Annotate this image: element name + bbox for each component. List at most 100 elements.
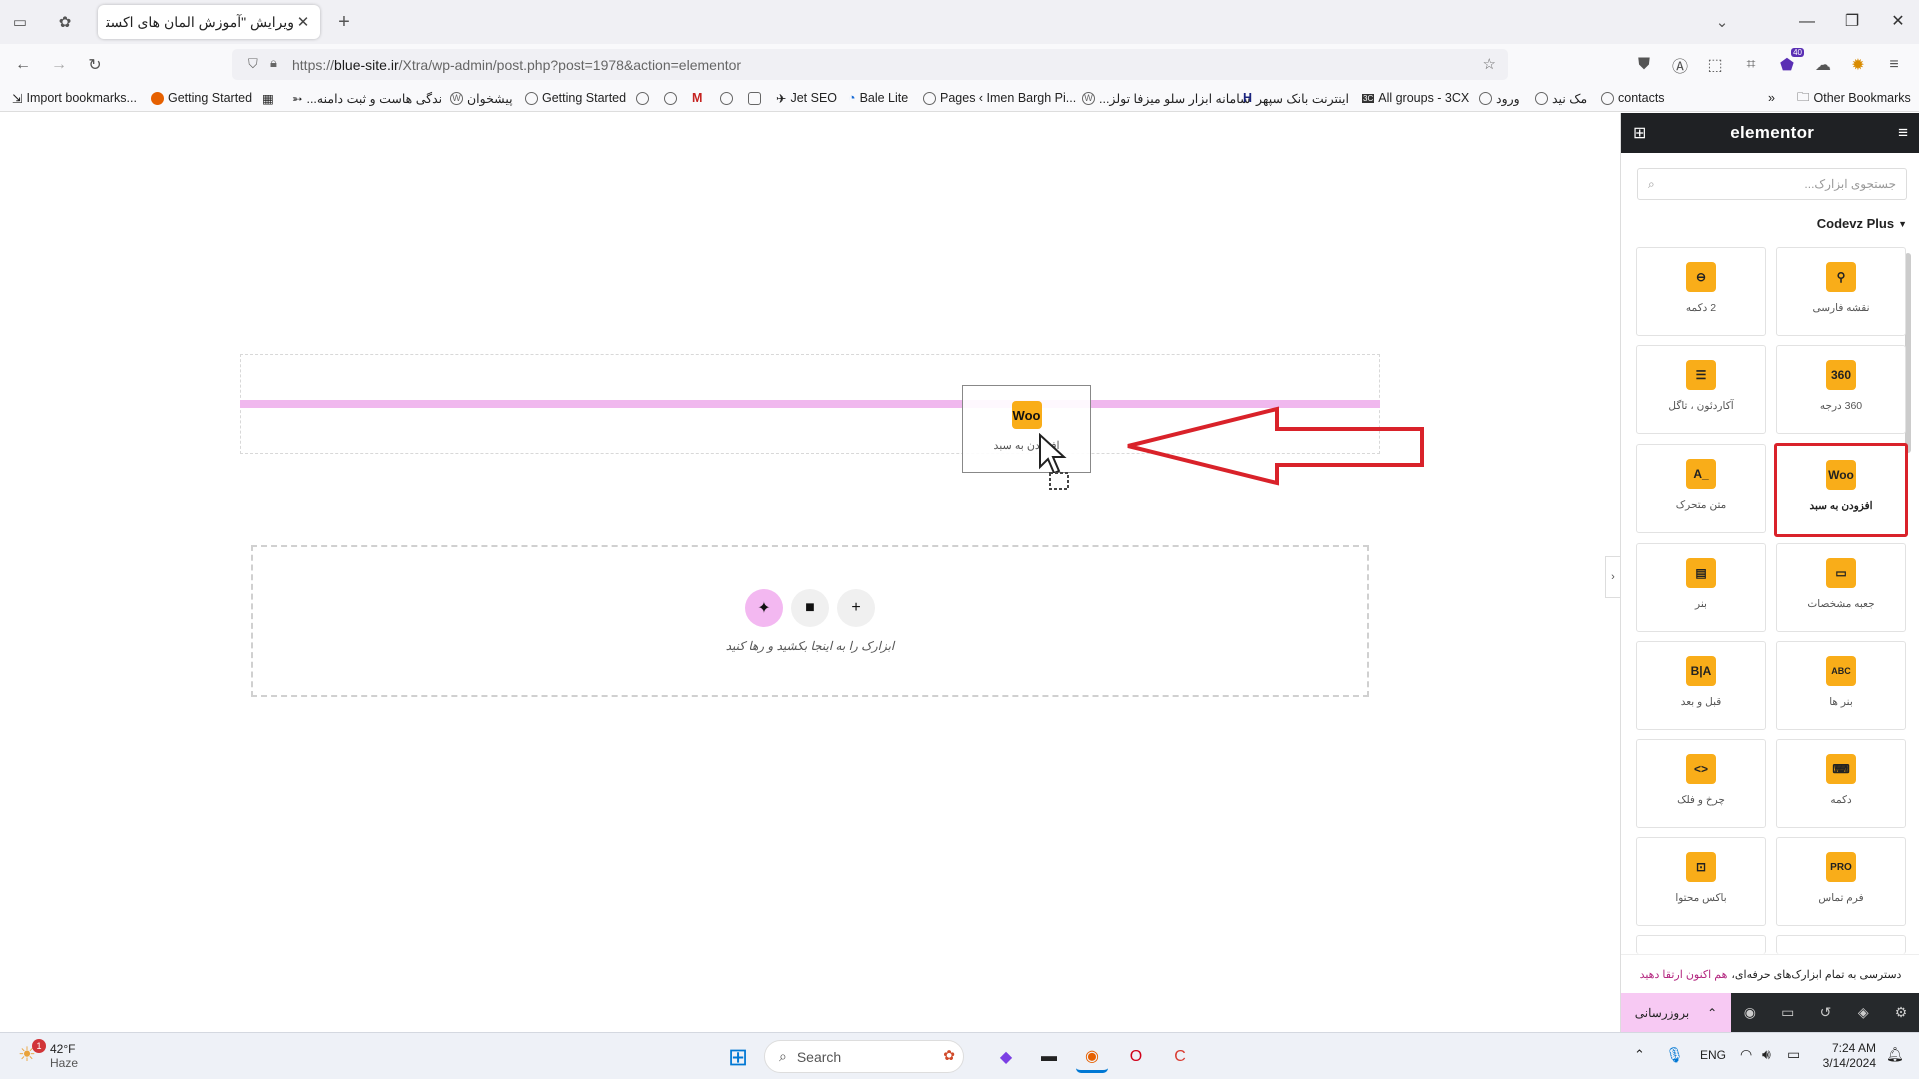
preview-eye-icon[interactable]: ◉	[1731, 1004, 1769, 1021]
widget-button[interactable]: ⌨ دکمه	[1776, 739, 1906, 828]
crop-icon[interactable]: ⌗	[1736, 50, 1766, 80]
weather-text[interactable]: 42°F Haze	[50, 1042, 78, 1070]
firefox-icon	[151, 91, 164, 105]
bookmark-item[interactable]: M	[692, 89, 702, 107]
vpn-icon[interactable]: ☁	[1808, 50, 1838, 80]
wifi-icon[interactable]: ◠	[1740, 1046, 1752, 1063]
other-bookmarks[interactable]: 🗀︎ Other Bookmarks	[1797, 89, 1911, 107]
bookmark-item[interactable]: W پیشخوان	[450, 89, 513, 107]
bookmark-item[interactable]: ➳ ...ندگی هاست و ثبت دامنه	[292, 89, 442, 107]
grid-menu-icon[interactable]: ⊞	[1633, 123, 1646, 143]
add-section-button[interactable]: +	[837, 589, 875, 627]
update-button[interactable]: بروزرسانی ⌃	[1621, 993, 1731, 1032]
bookmark-item[interactable]: H اینترنت بانک سپهر	[1243, 89, 1349, 107]
widget-contact-form[interactable]: PRO فرم تماس	[1776, 837, 1906, 926]
volume-icon[interactable]: 🔊︎	[1762, 1046, 1771, 1063]
app-c-icon[interactable]: C	[1164, 1041, 1196, 1073]
account-icon[interactable]: Ⓐ	[1665, 50, 1695, 80]
file-explorer-icon[interactable]: ▬	[1033, 1041, 1065, 1073]
battery-icon[interactable]: ▭	[1787, 1046, 1800, 1063]
widget-animated-text[interactable]: A_ متن متحرک	[1636, 444, 1766, 533]
widget-partial[interactable]	[1636, 935, 1766, 954]
settings-gear-icon[interactable]: ⚙	[1882, 1004, 1919, 1021]
widget-banner[interactable]: ▤ بنر	[1636, 543, 1766, 632]
chevron-up-icon[interactable]: ⌃	[1707, 1006, 1717, 1020]
forward-icon[interactable]: →	[44, 50, 74, 80]
woo-icon: Woo	[1011, 401, 1042, 429]
bookmark-item[interactable]	[720, 89, 733, 107]
navigator-layers-icon[interactable]: ◈	[1844, 1004, 1882, 1021]
widget-partial[interactable]	[1776, 935, 1906, 954]
pocket-icon[interactable]: ⛊	[1629, 50, 1659, 80]
tray-chevron-up-icon[interactable]: ⌃	[1634, 1047, 1645, 1063]
bookmark-item[interactable]: contacts	[1601, 89, 1665, 107]
opera-icon[interactable]: O	[1120, 1041, 1152, 1073]
new-tab-button[interactable]: +	[329, 7, 359, 37]
empty-drop-area[interactable]: ✦ ■ + ابزارک را به اینجا بکشید و رها کنی…	[251, 545, 1369, 697]
menu-icon[interactable]: ≡	[1879, 50, 1909, 80]
widget-accordion[interactable]: ☰ آکاردئون ، تاگل	[1636, 345, 1766, 434]
back-icon[interactable]: ←	[8, 50, 38, 80]
widget-add-to-cart[interactable]: Woo افزودن به سبد	[1774, 443, 1908, 537]
url-domain: blue-site.ir	[334, 56, 399, 73]
bookmark-item[interactable]	[636, 89, 649, 107]
bookmarks-overflow[interactable]: »	[1768, 89, 1775, 107]
lock-icon[interactable]: 🔒︎	[270, 55, 277, 71]
weather-widget[interactable]: ☀ 1	[18, 1039, 46, 1070]
widget-search-input[interactable]: جستجوی ابزارک... ⌕	[1637, 168, 1907, 200]
widget-content-box[interactable]: ⊡ باکس محتوا	[1636, 837, 1766, 926]
bookmark-item[interactable]: W ...سامانه ابزار سلو میزفا تولز	[1082, 89, 1251, 107]
ai-sparkle-button[interactable]: ✦	[745, 589, 783, 627]
language-indicator[interactable]: ENG	[1700, 1048, 1726, 1062]
microphone-icon[interactable]: 🎙︎	[1665, 1046, 1684, 1064]
widget-persian-map[interactable]: ⚲ نقشه فارسی	[1776, 247, 1906, 336]
taskbar-search[interactable]: ⌕ Search ✿	[764, 1040, 964, 1073]
url-bar[interactable]: ⛉ 🔒︎ https://blue-site.ir/Xtra/wp-admin/…	[232, 49, 1508, 80]
restore-button[interactable]: ❐	[1832, 8, 1872, 36]
template-library-button[interactable]: ■	[791, 589, 829, 627]
copilot-icon[interactable]: ◆	[990, 1041, 1022, 1073]
bookmark-item[interactable]: Pages ‹ Imen Bargh Pi...	[923, 89, 1076, 107]
pinned-tab-icon[interactable]: ✿	[50, 7, 80, 37]
tab-list-icon[interactable]: ▭	[5, 7, 35, 37]
shield-icon[interactable]: ⛉	[248, 56, 258, 72]
panel-collapse-toggle[interactable]: ›	[1605, 556, 1620, 598]
windows-start-icon[interactable]: ⊞	[722, 1041, 754, 1073]
bookmark-item[interactable]	[748, 89, 761, 107]
addon-icon[interactable]: ✹	[1843, 50, 1873, 80]
widget-2-buttons[interactable]: ⊖ 2 دکمه	[1636, 247, 1766, 336]
list-all-tabs-icon[interactable]: ⌄	[1707, 7, 1737, 37]
bookmark-item[interactable]: مک نید	[1535, 89, 1587, 107]
widget-before-after[interactable]: B|A قبل و بعد	[1636, 641, 1766, 730]
hamburger-menu-icon[interactable]: ≡	[1898, 123, 1908, 143]
bookmark-item[interactable]: Getting Started	[525, 89, 626, 107]
widget-banners[interactable]: ABC بنر ها	[1776, 641, 1906, 730]
firefox-icon[interactable]: ◉	[1076, 1041, 1108, 1073]
upgrade-link[interactable]: هم اکنون ارتقا دهید	[1640, 968, 1728, 981]
bookmark-item[interactable]: Getting Started	[151, 89, 252, 107]
widget-specs-box[interactable]: ▭ جعبه مشخصات	[1776, 543, 1906, 632]
bookmark-item[interactable]: ✈ Jet SEO	[776, 89, 837, 107]
reload-icon[interactable]: ↻	[80, 50, 110, 80]
bookmark-star-icon[interactable]: ☆	[1483, 55, 1496, 73]
category-dropdown[interactable]: Codevz Plus ▼	[1817, 216, 1907, 231]
close-window-button[interactable]: ✕	[1878, 8, 1918, 36]
bookmark-item[interactable]: ورود	[1479, 89, 1520, 107]
bookmark-item[interactable]: ▦	[262, 89, 274, 107]
bookmark-item[interactable]: ◔ Bale Lite	[848, 89, 908, 107]
notification-bell-icon[interactable]: 🔔︎	[1886, 1046, 1904, 1063]
widget-360[interactable]: 360 360 درجه	[1776, 345, 1906, 434]
close-tab-icon[interactable]: ✕	[294, 13, 312, 31]
bookmark-item[interactable]: ⇲ Import bookmarks...	[12, 89, 137, 107]
minimize-button[interactable]: —	[1787, 8, 1827, 36]
widget-carousel[interactable]: <> چرخ و فلک	[1636, 739, 1766, 828]
clock[interactable]: 7:24 AM 3/14/2024	[1816, 1041, 1876, 1071]
bookmark-item[interactable]: 3C All groups - 3CX	[1362, 89, 1469, 107]
active-tab[interactable]: ✕ ویرایش "آموزش المان های اکسترا – ‌ع	[98, 5, 320, 39]
bookmark-item[interactable]	[664, 89, 677, 107]
extension-puzzle-icon[interactable]: ⬚	[1700, 50, 1730, 80]
responsive-icon[interactable]: ▭	[1769, 1004, 1807, 1021]
history-icon[interactable]: ↺	[1807, 1004, 1845, 1021]
taskbar: ☀ 1 42°F Haze ⊞ ⌕ Search ✿ ◆ ▬ ◉ O C ⌃ 🎙…	[0, 1032, 1919, 1079]
extensions-badge-icon[interactable]: ⬟ 40	[1772, 48, 1804, 80]
